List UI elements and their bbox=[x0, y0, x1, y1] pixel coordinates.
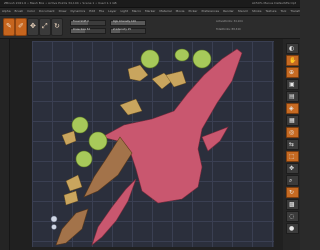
polyframe-icon: ▩ bbox=[289, 201, 295, 208]
scroll-button[interactable]: ✋ bbox=[286, 55, 299, 66]
scale-button[interactable]: ⤢ bbox=[39, 18, 51, 36]
scale-icon: ⤢ bbox=[42, 22, 48, 30]
green-blob-2 bbox=[174, 48, 190, 62]
draw-button[interactable]: ✐ bbox=[15, 18, 27, 36]
menu-item-picker[interactable]: Picker bbox=[187, 8, 200, 15]
green-blob-4 bbox=[71, 116, 89, 134]
transp-button[interactable]: ◌ bbox=[286, 211, 299, 222]
tan-leaf-7 bbox=[63, 190, 79, 206]
green-blob-1 bbox=[140, 49, 160, 69]
zoom3d-icon: ⌕ bbox=[289, 177, 293, 184]
tan-leaf-1 bbox=[127, 64, 149, 82]
menu-item-render[interactable]: Render bbox=[221, 8, 236, 15]
zoom3d-button[interactable]: ⌕ bbox=[286, 175, 299, 186]
symmetry-icon: ⇆ bbox=[289, 141, 295, 148]
zoom-icon: ⊕ bbox=[289, 69, 295, 76]
tan-leaf-3 bbox=[165, 70, 187, 88]
solo-icon: ● bbox=[289, 225, 295, 232]
menu-item-document[interactable]: Document bbox=[37, 8, 57, 15]
title-right-info: AC50% Menus DefaultZScript bbox=[251, 1, 296, 5]
pink-mesh-wing bbox=[201, 126, 229, 152]
actual-button[interactable]: ▣ bbox=[286, 79, 299, 90]
lsym-button[interactable]: ⇆ bbox=[286, 139, 299, 150]
active-points-readout: ActivePoints: 34,104 bbox=[216, 20, 243, 23]
pink-mesh-main bbox=[101, 48, 243, 204]
floor-icon: ▦ bbox=[289, 117, 295, 124]
tan-leaf-5 bbox=[61, 130, 77, 146]
zoom-button[interactable]: ⊕ bbox=[286, 67, 299, 78]
green-blob-3 bbox=[192, 49, 212, 69]
z-intensity-slider[interactable]: Z Intensity 25 bbox=[110, 28, 146, 34]
menu-item-texture[interactable]: Texture bbox=[264, 8, 279, 15]
tan-leaf-4 bbox=[119, 98, 143, 116]
top-toolbar: ✎ ✐ ✥ ⤢ ↻ Focal Shift 0 Draw Size 64 Rgb… bbox=[0, 16, 300, 39]
edit-button[interactable]: ✎ bbox=[3, 18, 15, 36]
aahalf-icon: ▤ bbox=[289, 93, 295, 100]
menu-item-preferences[interactable]: Preferences bbox=[199, 8, 221, 15]
menu-bar: Alpha Brush Color Document Draw Dynamics Edit F… bbox=[0, 8, 300, 16]
focal-shift-slider[interactable]: Focal Shift 0 bbox=[70, 20, 106, 26]
right-shelf: ◐ ✋ ⊕ ▣ ▤ ◈ ▦ ◎ ⇆ ⬚ ✥ ⌕ ↻ ▩ ◌ ● bbox=[282, 39, 300, 250]
menu-item-brush[interactable]: Brush bbox=[13, 8, 26, 15]
brown-mesh-bottom bbox=[55, 208, 89, 246]
local-button[interactable]: ◎ bbox=[286, 127, 299, 138]
menu-item-stroke[interactable]: Stroke bbox=[250, 8, 264, 15]
menu-item-draw[interactable]: Draw bbox=[57, 8, 69, 15]
transparency-icon: ◌ bbox=[289, 213, 295, 220]
document-canvas[interactable] bbox=[10, 39, 283, 250]
small-sphere-2 bbox=[51, 224, 57, 230]
floor-button[interactable]: ▦ bbox=[286, 115, 299, 126]
menu-item-macro[interactable]: Macro bbox=[130, 8, 143, 15]
menu-item-light[interactable]: Light bbox=[118, 8, 130, 15]
move-icon: ✥ bbox=[30, 22, 36, 30]
bpr-button[interactable]: ◐ bbox=[286, 43, 299, 54]
menu-item-stencil[interactable]: Stencil bbox=[236, 8, 250, 15]
move-button[interactable]: ✥ bbox=[27, 18, 39, 36]
actual-icon: ▣ bbox=[289, 81, 295, 88]
menu-item-file[interactable]: File bbox=[97, 8, 106, 15]
scroll-icon: ✋ bbox=[289, 57, 297, 64]
green-blob-5 bbox=[88, 131, 108, 151]
menu-item-color[interactable]: Color bbox=[25, 8, 37, 15]
polyf-button[interactable]: ▩ bbox=[286, 199, 299, 210]
edit-icon: ✎ bbox=[6, 22, 12, 30]
frame-button[interactable]: ⬚ bbox=[286, 151, 299, 162]
menu-item-alpha[interactable]: Alpha bbox=[0, 8, 13, 15]
menu-item-movie[interactable]: Movie bbox=[174, 8, 187, 15]
green-blob-6 bbox=[75, 150, 93, 168]
persp-icon: ◈ bbox=[289, 105, 294, 112]
3d-viewport[interactable] bbox=[32, 41, 274, 247]
menu-item-layer[interactable]: Layer bbox=[106, 8, 118, 15]
persp-button[interactable]: ◈ bbox=[286, 103, 299, 114]
rotate-view-icon: ↻ bbox=[289, 189, 295, 196]
menu-item-dynamics[interactable]: Dynamics bbox=[68, 8, 87, 15]
menu-item-transform[interactable]: Transform bbox=[288, 8, 300, 15]
frame-icon: ⬚ bbox=[289, 153, 295, 160]
menu-item-marker[interactable]: Marker bbox=[143, 8, 157, 15]
draw-size-slider[interactable]: Draw Size 64 bbox=[70, 28, 106, 34]
bpr-icon: ◐ bbox=[289, 45, 295, 52]
rotate-icon: ↻ bbox=[54, 22, 60, 30]
mesh-scene[interactable] bbox=[32, 41, 274, 247]
menu-item-edit[interactable]: Edit bbox=[87, 8, 97, 15]
local-icon: ◎ bbox=[289, 129, 295, 136]
aahalf-button[interactable]: ▤ bbox=[286, 91, 299, 102]
move-view-button[interactable]: ✥ bbox=[286, 163, 299, 174]
menu-item-material[interactable]: Material bbox=[157, 8, 173, 15]
solo-button[interactable]: ● bbox=[286, 223, 299, 234]
title-bar: ZBrush 2021.6 • Mesh Box • Active Points… bbox=[0, 0, 300, 8]
rotate-view-button[interactable]: ↻ bbox=[286, 187, 299, 198]
left-shelf bbox=[0, 39, 10, 250]
menu-item-tool[interactable]: Tool bbox=[278, 8, 288, 15]
rgb-intensity-slider[interactable]: Rgb Intensity 100 bbox=[110, 20, 146, 26]
rotate-button[interactable]: ↻ bbox=[51, 18, 63, 36]
tan-leaf-6 bbox=[65, 174, 83, 192]
small-sphere-1 bbox=[50, 215, 58, 223]
move-view-icon: ✥ bbox=[289, 165, 295, 172]
draw-icon: ✐ bbox=[18, 22, 24, 30]
window-title: ZBrush 2021.6 • Mesh Box • Active Points… bbox=[4, 1, 117, 5]
total-points-readout: TotalPoints: 88,340 bbox=[216, 28, 241, 31]
